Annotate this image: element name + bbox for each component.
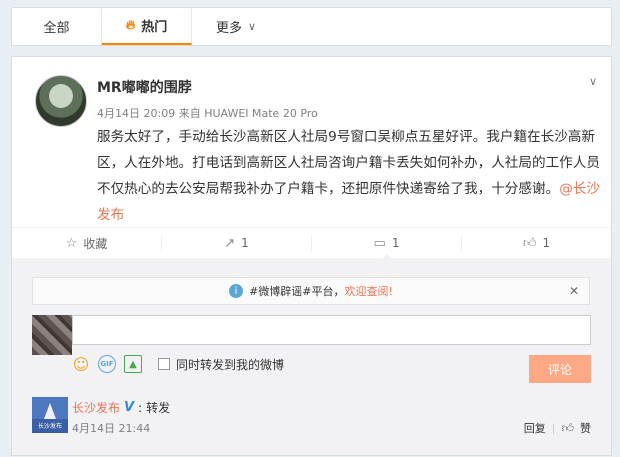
feed-tabbar: 全部 🔥︎ 热门 更多 ∨	[11, 7, 612, 46]
repost-checkbox[interactable]: 同时转发到我的微博	[158, 356, 284, 373]
post-username[interactable]: MR嘟嘟的围脖	[97, 77, 192, 97]
tab-all-label: 全部	[43, 21, 70, 36]
notice-text[interactable]: #微博辟谣#平台，	[249, 283, 344, 299]
weibo-post-card: MR嘟嘟的围脖 4月14日 20:09 来自 HUAWEI Mate 20 Pr…	[11, 56, 612, 456]
tab-hot[interactable]: 🔥︎ 热门	[102, 8, 192, 45]
avatar[interactable]	[35, 75, 87, 127]
star-icon: ☆	[65, 235, 78, 251]
repost-checkbox-label: 同时转发到我的微博	[176, 357, 285, 372]
reply-button[interactable]: 回复	[524, 420, 546, 436]
comment-avatar[interactable]: 长沙发布	[32, 397, 68, 433]
thumbs-up-icon: 👍︎	[522, 235, 537, 251]
comment-text: 转发	[146, 401, 171, 415]
comment-input[interactable]	[72, 315, 591, 345]
post-time[interactable]: 4月14日 20:09	[97, 107, 175, 120]
comment-section: i #微博辟谣#平台， 欢迎查阅! ✕ ☺ GIF ▲ 同时转发到我的微博 评论 …	[12, 259, 611, 455]
tab-more[interactable]: 更多 ∨	[192, 8, 280, 45]
comment-like-label[interactable]: 赞	[580, 420, 591, 436]
post-action-bar: ☆ 收藏 ↗ 1 ▭ 1 👍︎ 1	[12, 227, 611, 260]
emoji-icon[interactable]: ☺	[72, 355, 90, 374]
comment-button[interactable]: ▭ 1	[312, 235, 462, 260]
checkbox-box[interactable]	[158, 358, 170, 370]
repost-icon: ↗	[224, 235, 236, 251]
image-icon[interactable]: ▲	[124, 355, 142, 373]
favorite-label: 收藏	[83, 236, 108, 251]
comment-count: 1	[391, 236, 400, 250]
thumbs-up-icon[interactable]: 👍︎	[561, 421, 574, 436]
my-avatar	[32, 315, 72, 355]
like-count: 1	[542, 236, 551, 250]
verified-badge-icon: V	[124, 400, 135, 415]
comment-avatar-text: 长沙发布	[37, 423, 62, 430]
notice-link[interactable]: 欢迎查阅!	[345, 283, 393, 299]
comment-author[interactable]: 长沙发布	[72, 399, 120, 416]
flame-icon: 🔥︎	[125, 18, 136, 33]
submit-comment-button[interactable]: 评论	[529, 355, 591, 383]
rumor-notice: i #微博辟谣#平台， 欢迎查阅! ✕	[32, 277, 590, 305]
tab-hot-label: 热门	[141, 20, 168, 35]
favorite-button[interactable]: ☆ 收藏	[12, 235, 162, 251]
tab-more-label: 更多	[215, 21, 242, 36]
comment-header: 长沙发布 V: 转发	[72, 399, 171, 416]
comment-toolbar: ☺ GIF ▲ 同时转发到我的微博	[72, 355, 284, 374]
like-button[interactable]: 👍︎ 1	[462, 235, 611, 251]
chevron-down-icon: ∨	[247, 20, 257, 33]
comment-time: 4月14日 21:44	[72, 422, 151, 435]
divider: |	[551, 421, 556, 435]
post-meta: 4月14日 20:09 来自 HUAWEI Mate 20 Pro	[97, 105, 318, 121]
close-icon[interactable]: ✕	[569, 284, 579, 298]
post-text: 服务太好了，手动给长沙高新区人社局9号窗口吴柳点五星好评。我户籍在长沙高新区，人…	[97, 129, 600, 197]
repost-count: 1	[241, 236, 249, 250]
comment-ops: 回复 | 👍︎ 赞	[524, 420, 591, 436]
tab-all[interactable]: 全部	[12, 8, 102, 45]
info-icon: i	[229, 284, 244, 298]
gif-icon[interactable]: GIF	[98, 355, 116, 373]
comment-icon: ▭	[373, 235, 386, 251]
repost-button[interactable]: ↗ 1	[162, 235, 312, 251]
post-content: 服务太好了，手动给长沙高新区人社局9号窗口吴柳点五星好评。我户籍在长沙高新区，人…	[97, 124, 602, 228]
post-source: 来自 HUAWEI Mate 20 Pro	[178, 107, 318, 120]
post-menu-chevron-icon[interactable]: ∨	[589, 75, 597, 88]
